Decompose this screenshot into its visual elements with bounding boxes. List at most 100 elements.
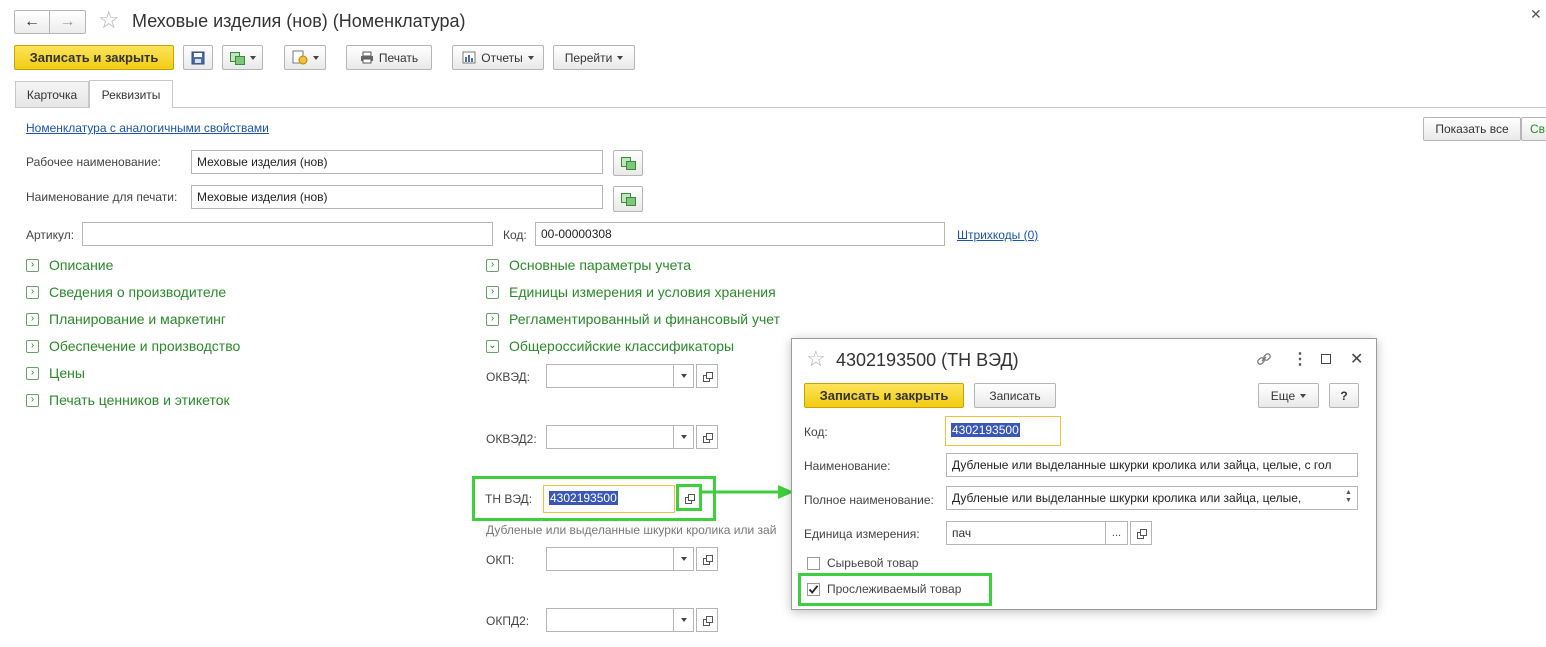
full-name-scroll-arrows[interactable]: ▲ ▼ — [1345, 489, 1352, 505]
tab-card[interactable]: Карточка — [15, 81, 89, 107]
chevron-right-icon: › — [26, 393, 39, 407]
group-classifiers[interactable]: ⌄ Общероссийские классификаторы — [486, 336, 734, 356]
chevron-down-icon — [680, 618, 687, 622]
dialog-save-button[interactable]: Записать — [974, 383, 1056, 408]
tracked-checkbox[interactable] — [807, 582, 820, 596]
dialog-full-name-field[interactable]: Дубленые или выделанные шкурки кролика и… — [946, 486, 1358, 510]
dialog-help-button[interactable]: ? — [1329, 383, 1359, 408]
group-accounting-params[interactable]: › Основные параметры учета — [486, 255, 691, 275]
tnved-field[interactable]: 4302193500 — [543, 485, 675, 513]
okpd2-field[interactable] — [546, 608, 718, 632]
open-button[interactable] — [696, 608, 718, 632]
dropdown-button[interactable] — [674, 547, 694, 571]
dialog-name-label: Наименование: — [804, 459, 891, 473]
floppy-icon — [191, 51, 205, 64]
document-clock-icon — [292, 50, 307, 65]
tab-requisites[interactable]: Реквизиты — [89, 80, 173, 108]
okp-field[interactable] — [546, 547, 718, 571]
group-manufacturer[interactable]: › Сведения о производителе — [26, 282, 226, 302]
dialog-full-name-label: Полное наименование: — [804, 493, 934, 507]
close-icon[interactable]: ✕ — [1530, 6, 1542, 23]
work-name-copy-button[interactable] — [613, 150, 643, 176]
open-icon — [702, 371, 713, 382]
open-icon — [702, 432, 713, 443]
arrow-left-icon: ← — [24, 13, 40, 30]
open-icon — [684, 493, 695, 504]
open-button[interactable] — [696, 425, 718, 449]
dialog-star-icon[interactable]: ☆ — [806, 346, 826, 372]
link-icon[interactable] — [1256, 351, 1272, 367]
partial-button[interactable]: Св — [1521, 117, 1546, 141]
group-prices[interactable]: › Цены — [26, 363, 85, 383]
open-button[interactable] — [1130, 521, 1152, 545]
work-name-field[interactable]: Меховые изделия (нов) — [191, 150, 603, 174]
chevron-down-icon: ⌄ — [486, 339, 499, 353]
dropdown-button[interactable] — [674, 425, 694, 449]
chevron-right-icon: › — [26, 366, 39, 380]
goto-button[interactable]: Перейти — [553, 45, 635, 70]
page-title: Меховые изделия (нов) (Номенклатура) — [132, 11, 466, 31]
chevron-down-icon — [680, 557, 687, 561]
print-name-field[interactable]: Меховые изделия (нов) — [191, 185, 603, 209]
tnved-description: Дубленые или выделанные шкурки кролика и… — [486, 523, 777, 537]
open-icon — [1136, 528, 1147, 539]
chevron-down-icon — [527, 55, 534, 60]
forward-button[interactable]: → — [50, 10, 86, 34]
arrow-right-icon: → — [59, 13, 76, 30]
tracked-checkbox-row[interactable]: Прослеживаемый товар — [807, 582, 961, 596]
maximize-icon[interactable] — [1321, 354, 1331, 364]
more-vertical-icon[interactable]: ⋮ — [1292, 349, 1308, 369]
dialog-unit-field[interactable]: пач ... — [946, 521, 1152, 545]
chevron-down-icon — [680, 374, 687, 378]
barcodes-link[interactable]: Штрихкоды (0) — [957, 228, 1038, 242]
open-button[interactable] — [696, 364, 718, 388]
create-based-on-button[interactable] — [222, 45, 263, 70]
related-documents-button[interactable] — [284, 45, 326, 70]
okved2-field[interactable] — [546, 425, 718, 449]
group-units-storage[interactable]: › Единицы измерения и условия хранения — [486, 282, 776, 302]
dialog-name-field[interactable]: Дубленые или выделанные шкурки кролика и… — [946, 453, 1358, 477]
dialog-save-close-button[interactable]: Записать и закрыть — [804, 383, 964, 408]
reports-button[interactable]: Отчеты — [452, 45, 544, 70]
tnved-open-button[interactable] — [680, 489, 698, 507]
tab-divider — [15, 107, 1546, 108]
dropdown-button[interactable] — [674, 608, 694, 632]
group-description[interactable]: › Описание — [26, 255, 113, 275]
code-label: Код: — [503, 228, 527, 242]
annotation-arrow — [700, 485, 794, 499]
open-button[interactable] — [696, 547, 718, 571]
dialog-unit-label: Единица измерения: — [804, 527, 920, 541]
dialog-more-button[interactable]: Еще — [1258, 383, 1319, 408]
favorite-star-icon[interactable]: ☆ — [98, 6, 120, 35]
show-all-button[interactable]: Показать все — [1423, 117, 1521, 141]
chevron-down-icon — [617, 55, 624, 60]
okved-field[interactable] — [546, 364, 718, 388]
dropdown-button[interactable] — [674, 364, 694, 388]
unit-select-button[interactable]: ... — [1106, 521, 1128, 545]
save-and-close-button[interactable]: Записать и закрыть — [14, 45, 174, 70]
back-button[interactable]: ← — [14, 10, 50, 34]
open-icon — [702, 554, 713, 565]
code-field[interactable]: 00-00000308 — [535, 222, 945, 246]
print-button[interactable]: Печать — [346, 45, 432, 70]
print-name-copy-button[interactable] — [613, 186, 643, 212]
group-regulated-accounting[interactable]: › Регламентированный и финансовый учет — [486, 309, 780, 329]
chevron-right-icon: › — [486, 258, 499, 272]
okp-label: ОКП: — [486, 553, 515, 567]
save-button[interactable] — [183, 45, 213, 70]
work-name-label: Рабочее наименование: — [26, 155, 161, 169]
group-planning[interactable]: › Планирование и маркетинг — [26, 309, 226, 329]
dialog-code-field[interactable]: 4302193500 — [945, 416, 1061, 446]
group-price-tags[interactable]: › Печать ценников и этикеток — [26, 390, 230, 410]
raw-goods-checkbox-row[interactable]: Сырьевой товар — [807, 556, 918, 570]
raw-goods-checkbox[interactable] — [807, 556, 820, 570]
copy-green-icon — [620, 192, 636, 206]
similar-items-link[interactable]: Номенклатура с аналогичными свойствами — [26, 121, 269, 135]
group-supply[interactable]: › Обеспечение и производство — [26, 336, 240, 356]
okved2-label: ОКВЭД2: — [486, 432, 537, 446]
printer-icon — [360, 51, 373, 64]
open-icon — [702, 615, 713, 626]
dialog-close-icon[interactable]: ✕ — [1350, 349, 1363, 369]
okpd2-label: ОКПД2: — [486, 614, 530, 628]
article-field[interactable] — [82, 222, 493, 246]
